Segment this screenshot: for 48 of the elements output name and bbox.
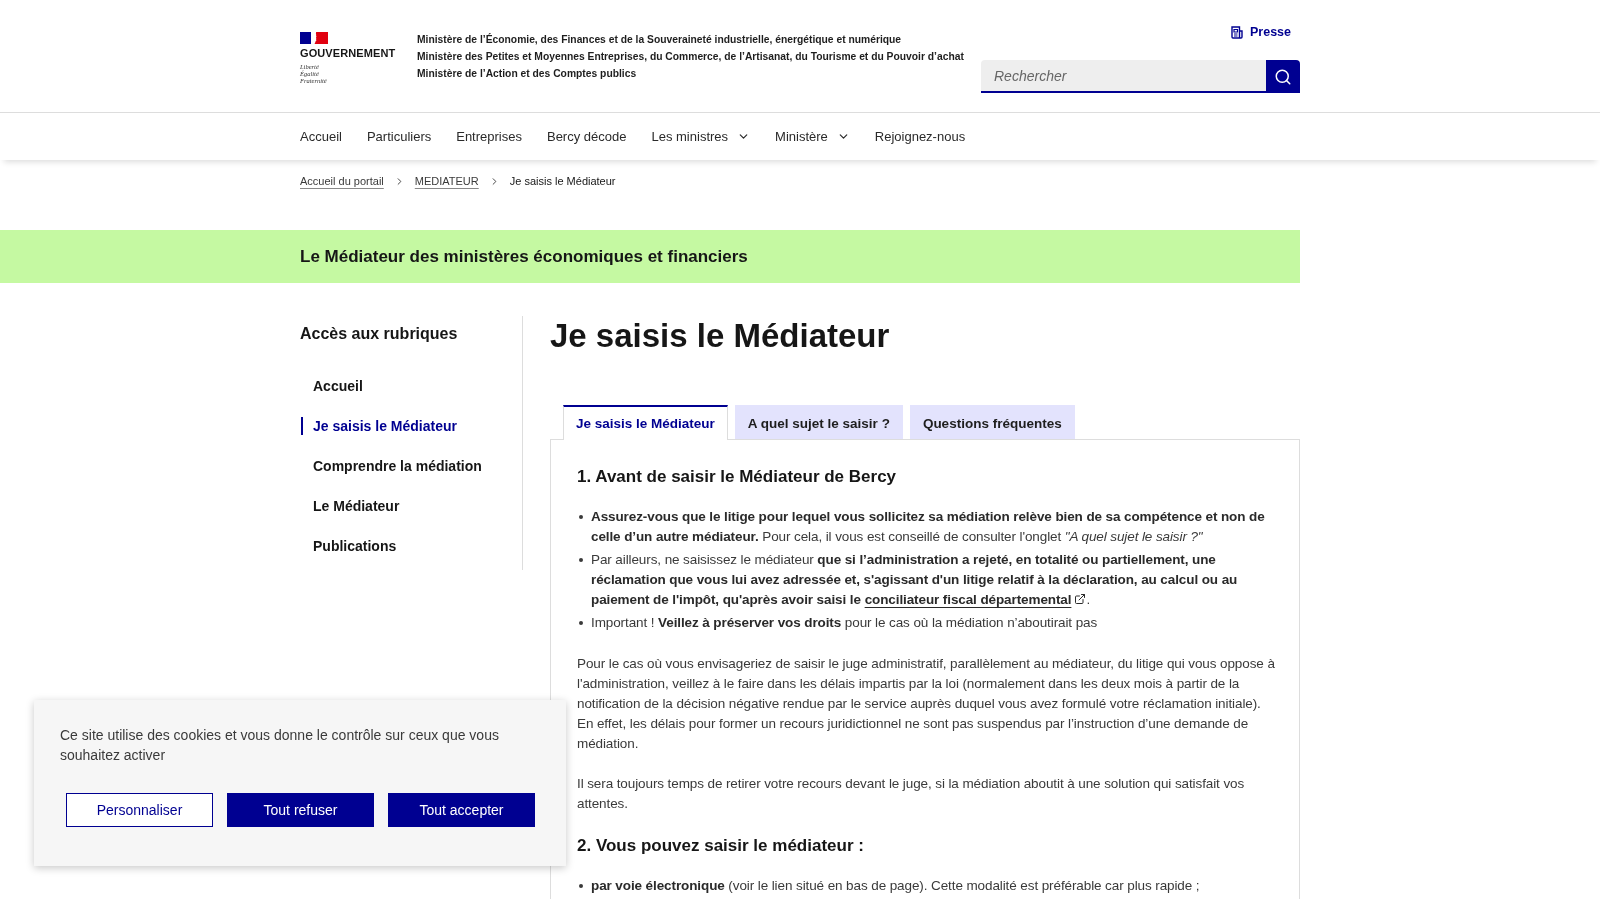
external-link-icon [1074,593,1087,605]
search-icon [1274,67,1292,86]
bullet-icon [579,558,583,562]
ministry-name: Ministère des Petites et Moyennes Entreprises, du Commerce, de l’Artisanat, du Tourisme et du Pouvoir d’achat [417,50,964,64]
bullet-icon [579,884,583,888]
banner-title: Le Médiateur des ministères économiques et financiers [300,246,748,267]
bullet-icon [579,621,583,625]
bullet-icon [579,515,583,519]
list-text: Assurez-vous que le litige pour lequel vous sollicitez sa médiation relève bien de sa compétence et non de celle d’un autre médiateur. Pour cela, il vous est conseillé de consulter l'onglet "A quel sujet le saisir ?" [591,508,1266,546]
search-button[interactable] [1266,60,1300,93]
cookie-message: Ce site utilise des cookies et vous donne le contrôle sur ceux que vous souhaitez activer [60,726,500,765]
newspaper-icon [1231,26,1243,39]
nav-item[interactable]: Bercy décode [546,127,627,146]
section-heading: 2. Vous pouvez saisir le médiateur : [577,835,865,857]
government-name: GOUVERNEMENT [300,47,396,60]
sidebar-item[interactable]: Comprendre la médiation [300,454,522,478]
cookie-button[interactable]: Tout refuser [227,793,374,827]
paragraph: Il sera toujours temps de retirer votre recours devant le juge, si la médiation aboutit à une solution qui satisfait vos attentes. [577,775,1246,813]
section-heading: 1. Avant de saisir le Médiateur de Bercy [577,466,898,488]
list-text: Important ! Veillez à préserver vos droits pour le cas où la médiation n’aboutirait pas [591,614,1098,632]
cookie-button[interactable]: Tout accepter [388,793,535,827]
nav-item[interactable]: Les ministres [651,127,751,146]
flag-icon [300,32,328,44]
cookie-button[interactable]: Personnaliser [66,793,213,827]
press-link[interactable]: Presse [1231,25,1291,40]
tab[interactable]: Questions fréquentes [909,405,1075,439]
sidebar-item[interactable]: Le Médiateur [300,494,522,518]
sidebar-title: Accès aux rubriques [300,324,459,344]
sidebar-item[interactable]: Publications [300,534,522,558]
nav-item[interactable]: Accueil [300,127,342,146]
breadcrumb-current: Je saisis le Médiateur [509,174,616,188]
ministry-name: Ministère de l’Économie, des Finances et de la Souveraineté industrielle, énergétique et numérique [417,32,903,47]
nav-item[interactable]: Ministère [775,127,850,146]
nav-item[interactable]: Particuliers [366,127,432,146]
tab[interactable]: A quel sujet le saisir ? [734,405,903,439]
external-link[interactable]: conciliateur fiscal départemental [864,592,1087,607]
nav-item[interactable]: Entreprises [456,127,522,146]
ministry-name: Ministère de l’Action et des Comptes publics [417,67,638,81]
breadcrumb-link[interactable]: Accueil du portail [300,174,384,188]
list-text: Par ailleurs, ne saisissez le médiateur que si l’administration a rejeté, en totalité ou partiellement, une réclamation que vous lui avez adressée et, s'agissant d'un litige relatif à la déclaration, au calcul ou au paiement de l'impôt, qu'après avoir saisi le conciliateur fiscal départemental . [591,551,1239,609]
breadcrumb-link[interactable]: MEDIATEUR [414,174,479,188]
sidebar-item[interactable]: Accueil [300,374,522,398]
list-text: par voie électronique (voir le lien situé en bas de page). Cette modalité est préférable car plus rapide ; [591,877,1200,895]
search-field[interactable]: Rechercher [981,60,1266,93]
paragraph: Pour le cas où vous envisageriez de saisir le juge administratif, parallèlement au médiateur, du litige qui vous oppose à l'administration, veillez à le faire dans les délais impartis par la loi (normalement dans les deux mois à partir de la notification de la décision négative rendue par le service auprès duquel vous avez formulé votre réclamation initiale). En effet, les délais pour former un recours juridictionnel ne sont pas suspendus par l’instruction d’une demande de médiation. [577,655,1275,753]
nav-item[interactable]: Rejoignez-nous [874,127,966,146]
page-title: Je saisis le Médiateur [550,316,891,356]
tab[interactable]: Je saisis le Médiateur [563,405,728,440]
